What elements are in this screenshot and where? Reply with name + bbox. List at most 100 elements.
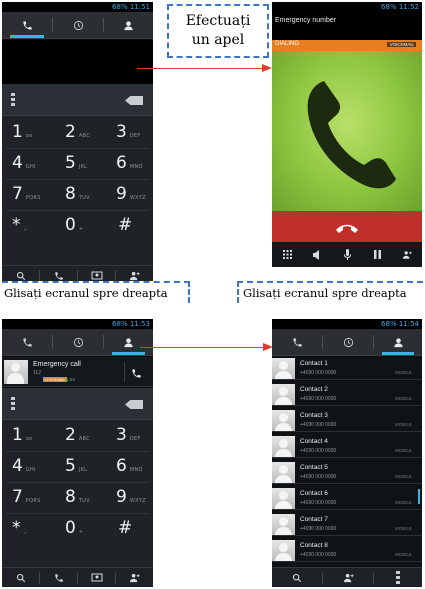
contact-list: Contact 1 +4030 000 0000 MOBILE Contact 2 +… bbox=[272, 358, 422, 567]
add-contact-icon bbox=[129, 573, 140, 583]
tab-contacts[interactable] bbox=[374, 329, 422, 355]
list-item[interactable]: Contact 8 +4030 000 0000 MOBILE bbox=[272, 540, 422, 562]
avatar bbox=[272, 384, 295, 406]
avatar bbox=[272, 514, 295, 536]
arrow-head bbox=[262, 64, 272, 72]
key-6[interactable]: 6 MNO bbox=[116, 456, 143, 476]
menu-icon[interactable] bbox=[11, 397, 15, 411]
tab-phone[interactable] bbox=[272, 329, 322, 355]
search-icon bbox=[16, 573, 25, 583]
call-button[interactable] bbox=[40, 568, 77, 587]
voicemail-button[interactable] bbox=[78, 568, 115, 587]
add-contact-button[interactable] bbox=[116, 568, 153, 587]
key-1[interactable]: 1 ᴏᴏ bbox=[12, 122, 33, 142]
search-button[interactable] bbox=[2, 568, 39, 587]
tab-contacts[interactable] bbox=[104, 329, 153, 355]
arrow-line bbox=[137, 68, 263, 69]
contact-number: +4030 000 0000 bbox=[300, 448, 337, 454]
key-2[interactable]: 2 ABC bbox=[65, 122, 90, 142]
call-title: Emergency number bbox=[275, 17, 337, 24]
backspace-icon[interactable] bbox=[125, 96, 143, 105]
add-call-icon bbox=[402, 250, 412, 259]
key-0[interactable]: 0 + bbox=[65, 518, 83, 538]
key-5[interactable]: 5 JKL bbox=[65, 456, 87, 476]
tab-call-log[interactable] bbox=[53, 12, 103, 38]
end-call-button[interactable] bbox=[334, 221, 360, 233]
add-call-button[interactable] bbox=[392, 242, 422, 267]
call-log-entry[interactable]: Emergency call 112 VOICEMAIL 11:52 bbox=[2, 357, 153, 387]
call-log-number: 112 bbox=[33, 370, 41, 376]
key-7[interactable]: 7 PQRS bbox=[12, 487, 41, 507]
key-9[interactable]: 9 WXYZ bbox=[116, 184, 146, 204]
overflow-menu-button[interactable] bbox=[374, 568, 422, 587]
key-7[interactable]: 7 PQRS bbox=[12, 184, 41, 204]
search-icon bbox=[292, 573, 302, 583]
list-item[interactable]: Contact 7 +4030 000 0000 MOBILE bbox=[272, 514, 422, 536]
contact-type: MOBILE bbox=[394, 526, 412, 531]
contact-number: +4030 000 0000 bbox=[300, 552, 337, 558]
contact-number: +4030 000 0000 bbox=[300, 474, 337, 480]
key-5[interactable]: 5 JKL bbox=[65, 153, 87, 173]
menu-icon[interactable] bbox=[11, 93, 15, 107]
key-4[interactable]: 4 GHI bbox=[12, 153, 36, 173]
contact-name: Contact 4 bbox=[300, 438, 328, 445]
key-star[interactable]: *,; bbox=[12, 518, 27, 538]
call-badge: VOICEMAIL bbox=[387, 42, 416, 47]
dialpad-divider bbox=[6, 179, 149, 180]
list-item[interactable]: Contact 1 +4030 000 0000 MOBILE bbox=[272, 358, 422, 380]
contact-number: +4030 000 0000 bbox=[300, 396, 337, 402]
speaker-button[interactable] bbox=[302, 242, 332, 267]
tab-call-log[interactable] bbox=[53, 329, 103, 355]
avatar bbox=[272, 462, 295, 484]
key-9[interactable]: 9 WXYZ bbox=[116, 487, 146, 507]
search-button[interactable] bbox=[272, 568, 322, 587]
key-2[interactable]: 2 ABC bbox=[65, 425, 90, 445]
status-bar: 68% 11:52 bbox=[272, 2, 422, 12]
key-hash[interactable]: # bbox=[118, 215, 132, 235]
key-3[interactable]: 3 DEF bbox=[116, 122, 141, 142]
dialpad-button[interactable] bbox=[272, 242, 302, 267]
list-item[interactable]: Contact 2 +4030 000 0000 MOBILE bbox=[272, 384, 422, 406]
avatar bbox=[272, 540, 295, 562]
contact-type: MOBILE bbox=[394, 448, 412, 453]
add-contact-button[interactable] bbox=[323, 568, 373, 587]
key-8[interactable]: 8 TUV bbox=[65, 487, 90, 507]
key-0[interactable]: 0 + bbox=[65, 215, 83, 235]
caption-swipe-right-text: Glisați ecranul spre dreapta bbox=[243, 286, 407, 300]
status-bar: 68% 11:51 bbox=[2, 2, 153, 12]
bottom-action-bar bbox=[2, 567, 153, 587]
key-8[interactable]: 8 TUV bbox=[65, 184, 90, 204]
list-item[interactable]: Contact 4 +4030 000 0000 MOBILE bbox=[272, 436, 422, 458]
contact-number: +4030 000 0000 bbox=[300, 422, 337, 428]
key-1[interactable]: 1 ᴏᴏ bbox=[12, 425, 33, 445]
scrollbar-thumb[interactable] bbox=[418, 489, 420, 504]
list-item[interactable]: Contact 3 +4030 000 0000 MOBILE bbox=[272, 410, 422, 432]
avatar bbox=[272, 410, 295, 432]
tab-call-log[interactable] bbox=[323, 329, 373, 355]
key-star[interactable]: *,; bbox=[12, 215, 27, 235]
mute-button[interactable] bbox=[332, 242, 362, 267]
menu-icon bbox=[396, 571, 400, 585]
backspace-icon[interactable] bbox=[125, 400, 143, 409]
clock-icon bbox=[73, 337, 83, 347]
tab-phone[interactable] bbox=[2, 12, 52, 38]
list-item[interactable]: Contact 6 +4030 000 0000 MOBILE bbox=[272, 488, 422, 510]
status-time: 68% 11:51 bbox=[112, 3, 150, 11]
key-6[interactable]: 6 MNO bbox=[116, 153, 143, 173]
tab-phone[interactable] bbox=[2, 329, 52, 355]
key-4[interactable]: 4 GHI bbox=[12, 456, 36, 476]
call-back-button[interactable] bbox=[131, 366, 142, 384]
person-icon bbox=[393, 337, 403, 347]
hold-button[interactable] bbox=[362, 242, 392, 267]
phone-screen-dialer-log: 68% 11:53 Emergency call 112 VOICEMAIL 1… bbox=[2, 319, 153, 587]
list-item[interactable]: Contact 5 +4030 000 0000 MOBILE bbox=[272, 462, 422, 484]
tab-contacts[interactable] bbox=[104, 12, 153, 38]
key-hash[interactable]: # bbox=[118, 518, 132, 538]
contact-number: +4030 000 0000 bbox=[300, 500, 337, 506]
contact-type: MOBILE bbox=[394, 552, 412, 557]
handset-image bbox=[307, 81, 396, 189]
number-display[interactable] bbox=[2, 40, 153, 84]
pause-icon bbox=[373, 250, 381, 259]
key-3[interactable]: 3 DEF bbox=[116, 425, 141, 445]
contact-name: Contact 7 bbox=[300, 516, 328, 523]
